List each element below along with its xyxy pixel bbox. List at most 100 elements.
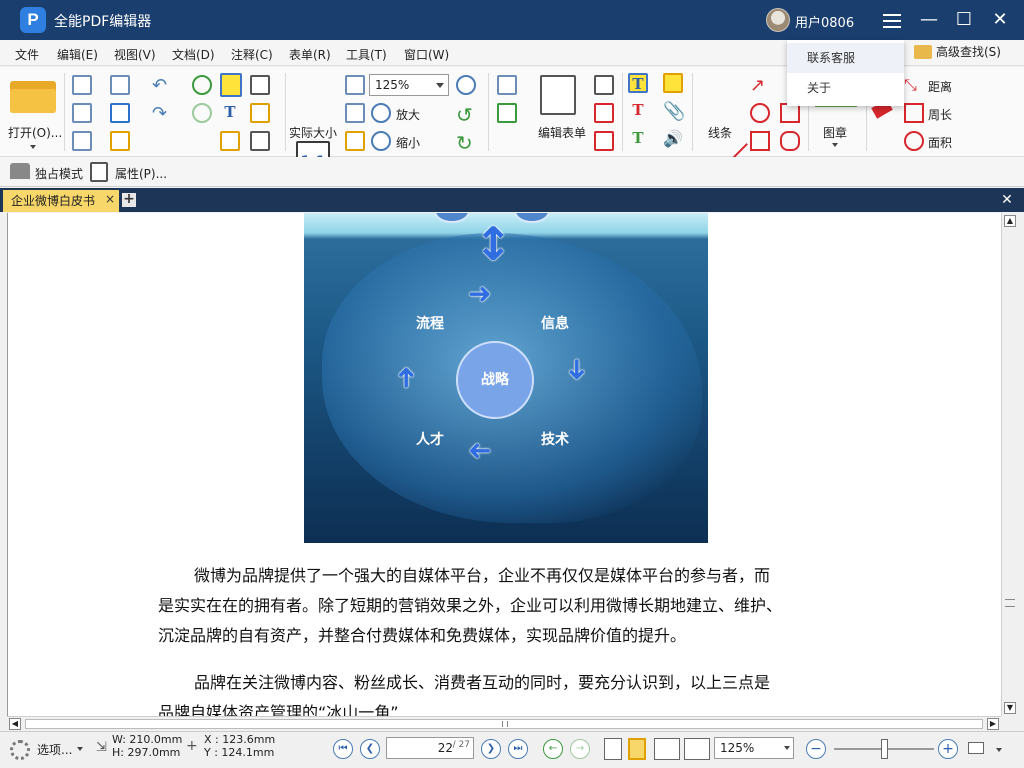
actual-size-label[interactable]: 实际大小 bbox=[289, 124, 337, 141]
status-zoom-select[interactable]: 125% bbox=[714, 737, 794, 759]
advanced-search-button[interactable]: 高级查找(S) bbox=[914, 43, 1001, 60]
document-view[interactable]: ↕ ➜ ➜ ➜ ➜ 战略 流程 信息 人才 技术 微博为品牌提供了一个强大的自媒… bbox=[7, 213, 1001, 716]
area-tool-icon[interactable] bbox=[904, 131, 924, 151]
maximize-button[interactable]: ☐ bbox=[952, 8, 976, 32]
exclusive-mode-button[interactable]: 独占模式 bbox=[35, 165, 83, 182]
sound-icon[interactable]: 🔊 bbox=[663, 129, 683, 149]
scan-icon[interactable] bbox=[110, 103, 130, 123]
redo-icon[interactable]: ↷ bbox=[152, 103, 172, 124]
vertical-scrollbar[interactable]: ▲ ▼ bbox=[1001, 213, 1017, 716]
select-text-icon[interactable]: T bbox=[220, 103, 240, 123]
attachment-icon[interactable]: 📎 bbox=[663, 101, 685, 122]
close-all-tabs-button[interactable]: ✕ bbox=[1000, 193, 1014, 207]
undo-icon[interactable]: ↶ bbox=[152, 75, 172, 96]
tab-document[interactable]: 企业微博白皮书 × bbox=[3, 190, 119, 212]
continuous-facing-view-icon[interactable] bbox=[684, 738, 710, 760]
export-icon[interactable] bbox=[72, 131, 92, 151]
scroll-left-icon[interactable]: ◀ bbox=[9, 718, 21, 730]
zoom-in-icon[interactable] bbox=[371, 103, 391, 123]
hand-tool-icon[interactable] bbox=[220, 73, 242, 97]
stamp-label[interactable]: 图章 bbox=[823, 124, 847, 141]
zoom-out-icon[interactable] bbox=[371, 131, 391, 151]
dropdown-item-about[interactable]: 关于 bbox=[787, 73, 904, 103]
menu-form[interactable]: 表单(R) bbox=[289, 46, 331, 63]
page-number-input[interactable]: 22 / 27 bbox=[386, 737, 474, 759]
menu-tools[interactable]: 工具(T) bbox=[346, 46, 387, 63]
camera-icon[interactable] bbox=[250, 75, 270, 95]
previous-page-button[interactable]: ❮ bbox=[360, 739, 380, 759]
next-page-button[interactable]: ❯ bbox=[481, 739, 501, 759]
user-avatar[interactable] bbox=[766, 8, 790, 32]
single-page-view-icon[interactable] bbox=[604, 738, 622, 760]
zoom-select[interactable]: 125% bbox=[369, 74, 449, 96]
forward-arrow-icon[interactable] bbox=[192, 103, 212, 123]
back-arrow-icon[interactable] bbox=[192, 75, 212, 95]
horizontal-scrollbar[interactable]: ◀ ▶ bbox=[7, 716, 1001, 730]
edit-form-label[interactable]: 编辑表单 bbox=[538, 124, 586, 141]
close-window-button[interactable]: ✕ bbox=[988, 8, 1012, 32]
minimize-button[interactable]: — bbox=[917, 8, 941, 32]
go-back-button[interactable]: ← bbox=[543, 739, 563, 759]
line-label[interactable]: 线条 bbox=[708, 124, 732, 141]
save-icon[interactable] bbox=[72, 75, 92, 95]
menu-view[interactable]: 视图(V) bbox=[114, 46, 156, 63]
arrow-tool-icon[interactable]: ↗ bbox=[750, 75, 770, 96]
zoom-out-button[interactable]: − bbox=[806, 739, 826, 759]
tab-close-icon[interactable]: × bbox=[105, 188, 115, 210]
new-tab-button[interactable]: + bbox=[122, 192, 136, 207]
edit-form-icon[interactable] bbox=[540, 75, 576, 115]
menu-document[interactable]: 文档(D) bbox=[172, 46, 215, 63]
rectangle-tool-icon[interactable] bbox=[750, 131, 770, 151]
scroll-up-icon[interactable]: ▲ bbox=[1004, 215, 1016, 227]
text-field-icon[interactable] bbox=[594, 75, 614, 95]
cloud-tool-icon[interactable] bbox=[780, 131, 800, 151]
form-add-icon[interactable] bbox=[497, 103, 517, 123]
area-label[interactable]: 面积 bbox=[928, 134, 952, 151]
snapshot-area-icon[interactable] bbox=[220, 131, 240, 151]
perimeter-tool-icon[interactable] bbox=[904, 103, 924, 123]
last-page-button[interactable]: ⏭ bbox=[508, 739, 528, 759]
properties-button[interactable]: 属性(P)... bbox=[115, 165, 167, 182]
open-folder-icon[interactable] bbox=[10, 77, 56, 113]
distance-label[interactable]: 距离 bbox=[928, 78, 952, 95]
go-forward-button[interactable]: → bbox=[570, 739, 590, 759]
menu-edit[interactable]: 编辑(E) bbox=[57, 46, 98, 63]
fit-width-icon[interactable] bbox=[345, 75, 365, 95]
open-button-label[interactable]: 打开(O)... bbox=[8, 124, 62, 141]
form-edit-icon[interactable] bbox=[497, 75, 517, 95]
menu-comment[interactable]: 注释(C) bbox=[231, 46, 273, 63]
note-icon[interactable] bbox=[663, 73, 683, 93]
zoom-slider-handle[interactable] bbox=[881, 739, 888, 759]
horizontal-scroll-thumb[interactable] bbox=[25, 719, 983, 729]
fit-visible-icon[interactable] bbox=[345, 131, 365, 151]
menu-file[interactable]: 文件 bbox=[15, 46, 39, 63]
facing-view-icon[interactable] bbox=[654, 738, 680, 760]
find-icon[interactable] bbox=[250, 131, 270, 151]
first-page-button[interactable]: ⏮ bbox=[333, 739, 353, 759]
user-name[interactable]: 用户0806 bbox=[795, 12, 854, 31]
scroll-down-icon[interactable]: ▼ bbox=[1004, 702, 1016, 714]
polygon-tool-icon[interactable] bbox=[780, 103, 800, 123]
email-icon[interactable] bbox=[110, 75, 130, 95]
menu-window[interactable]: 窗口(W) bbox=[404, 46, 449, 63]
perimeter-label[interactable]: 周长 bbox=[928, 106, 952, 123]
hamburger-menu-icon[interactable] bbox=[880, 8, 904, 32]
magnifier-icon[interactable] bbox=[456, 75, 476, 95]
continuous-view-icon[interactable] bbox=[628, 738, 646, 760]
dropdown-item-contact-support[interactable]: 联系客服 bbox=[787, 43, 904, 73]
typewriter-icon[interactable]: T bbox=[628, 73, 648, 93]
print-icon[interactable] bbox=[72, 103, 92, 123]
rotate-right-icon[interactable]: ↻ bbox=[456, 131, 476, 155]
zoom-in-label[interactable]: 放大 bbox=[396, 106, 420, 123]
callout-icon[interactable] bbox=[594, 131, 614, 151]
scroll-right-icon[interactable]: ▶ bbox=[987, 718, 999, 730]
fullscreen-icon[interactable] bbox=[968, 742, 984, 754]
distance-tool-icon[interactable]: ⤡ bbox=[904, 75, 924, 95]
zoom-in-button[interactable]: + bbox=[938, 739, 958, 759]
gear-icon[interactable] bbox=[10, 740, 30, 760]
textbox-icon[interactable] bbox=[594, 103, 614, 123]
underline-icon[interactable]: T bbox=[628, 129, 648, 149]
new-document-icon[interactable] bbox=[110, 131, 130, 151]
options-button[interactable]: 选项... bbox=[37, 741, 72, 758]
rotate-left-icon[interactable]: ↺ bbox=[456, 103, 476, 127]
